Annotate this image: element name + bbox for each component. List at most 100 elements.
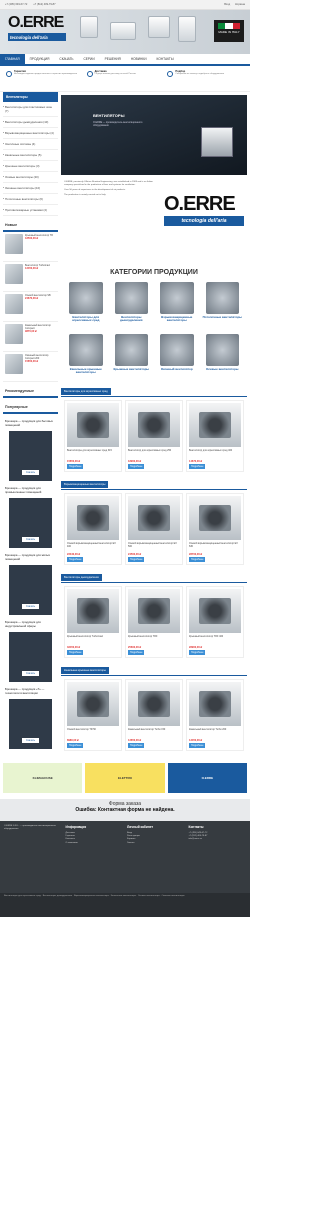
brochure-title[interactable]: Брошюра — продукция «Т» — технологии в в… [3,685,58,697]
new-product[interactable]: Осевой вентилятор SB 24670,00 ₽ [3,292,58,322]
category-card[interactable]: Вентиляторы для агрессивных сред [65,282,107,330]
category-label[interactable]: Осевые вентиляторы [202,367,244,382]
section-title[interactable]: Взрывозащищенные вентиляторы [61,481,109,488]
hero-slider[interactable]: ВЕНТИЛЯТОРЫ O.ERRE — производитель венти… [61,95,247,175]
nav-item-2[interactable]: Скачать [54,54,78,64]
product-name[interactable]: Канальный вентилятор Turbo 200 [189,728,241,738]
category-label[interactable]: Взрывозащищенные вентиляторы [156,315,198,330]
sidebar-category[interactable]: Вентиляторы для пластиковых окон (7) [3,102,58,117]
product-name[interactable]: Крышный вентилятор Turbomaxi [67,635,119,645]
footer-link[interactable]: О компании [66,842,124,845]
footer-link[interactable]: Заказы [127,842,185,845]
phone-1[interactable]: +7 (495) 649-67-72 [5,3,27,6]
partner-banner[interactable]: ELETTRO [85,763,165,793]
product-card[interactable]: Вентилятор для агрессивных сред 400 14670… [186,400,244,472]
category-label[interactable]: Вентиляторы для агрессивных сред [65,315,107,330]
nav-item-4[interactable]: Решения [100,54,126,64]
product-name[interactable]: Осевой вентилятор TR 50 [67,728,119,738]
sidebar-category[interactable]: Крышные вентиляторы (3) [3,161,58,172]
product-card[interactable]: Крышный вентилятор Turbomaxi 32450,00 ₽ По… [64,586,122,658]
details-button[interactable]: Подробнее [67,464,84,469]
section-title[interactable]: Вентиляторы для агрессивных сред [61,388,111,395]
product-name[interactable]: Крышный вентилятор TRF 400 [189,635,241,645]
new-product[interactable]: Оконный вентилятор Compact 200 15650,00 ₽ [3,352,58,382]
product-name[interactable]: Осевой взрывозащищенный вентилятор ЕХ 63… [189,542,241,552]
product-card[interactable]: Осевой взрывозащищенный вентилятор ЕХ 63… [186,493,244,565]
nav-item-0[interactable]: Главная [0,54,25,64]
category-card[interactable]: Взрывозащищенные вентиляторы [156,282,198,330]
product-card[interactable]: Канальный вентилятор Turbo 200 13450,00 ₽… [186,679,244,751]
sidebar-category[interactable]: Вентиляторы дымоудаления (10) [3,117,58,128]
brochure-title[interactable]: Брошюра — продукция для промышленных пом… [3,484,58,496]
product-name[interactable]: Вентилятор для агрессивных сред 250 [128,449,180,459]
category-card[interactable]: Крышные вентиляторы [111,334,153,382]
brochure-title[interactable]: Брошюра — продукция для индустриальной с… [3,618,58,630]
logo[interactable]: O.ERRE tecnologia dell'aria [8,14,66,41]
details-button[interactable]: Подробнее [128,650,145,655]
details-button[interactable]: Подробнее [67,650,84,655]
download-button[interactable]: Скачать [22,738,39,743]
details-button[interactable]: Подробнее [128,743,145,748]
product-card[interactable]: Осевой вентилятор TR 50 8980,00 ₽ Подробне… [64,679,122,751]
download-button[interactable]: Скачать [22,671,39,676]
product-card[interactable]: Крышный вентилятор TRF 25600,00 ₽ Подробне… [125,586,183,658]
details-button[interactable]: Подробнее [128,557,145,562]
brochure-title[interactable]: Брошюра — продукция для бытовых помещени… [3,417,58,429]
product-name[interactable]: Канальный вентилятор Turbo 150 [128,728,180,738]
details-button[interactable]: Подробнее [189,464,206,469]
partner-banner[interactable]: KLIMAHOUSE [3,763,83,793]
category-label[interactable]: Вентиляторы дымоудаления [111,315,153,330]
product-card[interactable]: Канальный вентилятор Turbo 150 12650,00 ₽… [125,679,183,751]
details-button[interactable]: Подробнее [189,650,206,655]
download-button[interactable]: Скачать [22,537,39,542]
product-card[interactable]: Осевой взрывозащищенный вентилятор ЕХ 50… [125,493,183,565]
sidebar-category[interactable]: Оконные вентиляторы (10) [3,183,58,194]
details-button[interactable]: Подробнее [189,743,206,748]
partner-banner[interactable]: O.ERRE [167,763,247,793]
new-product[interactable]: Крышный вентилятор TR 18500,00 ₽ [3,232,58,262]
nav-item-3[interactable]: Серии [79,54,100,64]
category-card[interactable]: Потолочные вентиляторы [202,282,244,330]
product-name[interactable]: Крышный вентилятор TRF [128,635,180,645]
brochure-title[interactable]: Брошюра — продукция для жилых помещений [3,551,58,563]
sidebar-category[interactable]: Противопожарные установки (2) [3,205,58,216]
product-card[interactable]: Крышный вентилятор TRF 400 28900,00 ₽ Подр… [186,586,244,658]
new-product[interactable]: Канальный вентилятор Compact 9870,00 ₽ [3,322,58,352]
nav-item-6[interactable]: Контакты [152,54,179,64]
sidebar-category[interactable]: Осевые вентиляторы (20) [3,172,58,183]
category-label[interactable]: Канальные крышные вентиляторы [65,367,107,382]
cart-link[interactable]: Корзина [235,3,245,6]
sidebar-category[interactable]: Зонтичные системы (4) [3,139,58,150]
details-button[interactable]: Подробнее [189,557,206,562]
product-card[interactable]: Вентилятор для агрессивных сред 250 18900… [125,400,183,472]
section-title[interactable]: Вентиляторы дымоудаления [61,574,102,581]
category-label[interactable]: Оконный вентилятор [156,367,198,382]
details-button[interactable]: Подробнее [67,557,84,562]
product-card[interactable]: Вентиляторы для агрессивных сред 315 1565… [64,400,122,472]
new-product[interactable]: Вентилятор Turbomaxi 12450,00 ₽ [3,262,58,292]
footer-link[interactable]: info@oerre.ru [189,838,247,841]
nav-item-1[interactable]: Продукция [25,54,55,64]
product-name[interactable]: Осевой взрывозащищенный вентилятор ЕХ 40… [67,542,119,552]
product-name[interactable]: Вентиляторы для агрессивных сред 315 [67,449,119,459]
section-title[interactable]: Канальные крышные вентиляторы [61,667,109,674]
product-card[interactable]: Осевой взрывозащищенный вентилятор ЕХ 40… [64,493,122,565]
category-label[interactable]: Потолочные вентиляторы [202,315,244,330]
product-name[interactable]: Вентилятор для агрессивных сред 400 [189,449,241,459]
category-label[interactable]: Крышные вентиляторы [111,367,153,382]
product-name[interactable]: Осевой взрывозащищенный вентилятор ЕХ 50… [128,542,180,552]
category-card[interactable]: Вентиляторы дымоудаления [111,282,153,330]
phone-2[interactable]: +7 (812) 409-79-87 [33,3,55,6]
category-card[interactable]: Канальные крышные вентиляторы [65,334,107,382]
details-button[interactable]: Подробнее [128,464,145,469]
category-card[interactable]: Осевые вентиляторы [202,334,244,382]
download-button[interactable]: Скачать [22,604,39,609]
download-button[interactable]: Скачать [22,470,39,475]
sidebar-category[interactable]: Канальные вентиляторы (5) [3,150,58,161]
category-card[interactable]: Оконный вентилятор [156,334,198,382]
sidebar-category[interactable]: Взрывозащищенные вентиляторы (4) [3,128,58,139]
details-button[interactable]: Подробнее [67,743,84,748]
sidebar-category[interactable]: Потолочные вентиляторы (6) [3,194,58,205]
login-link[interactable]: Вход [224,3,230,6]
nav-item-5[interactable]: Новинки [126,54,152,64]
